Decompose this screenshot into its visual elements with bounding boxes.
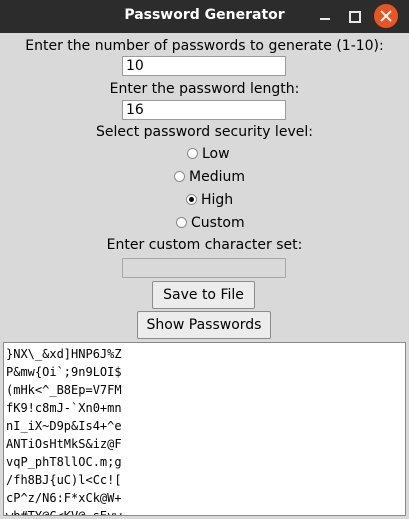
password-line: wb#TY@C<KV@,sEvw (6, 509, 122, 516)
radio-indicator[interactable] (186, 194, 197, 205)
password-line: (mHk<^_B8Ep=V7FM (6, 383, 122, 397)
radio-indicator[interactable] (176, 217, 187, 228)
password-line: cP^z/N6:F*xCk@W+ (6, 491, 122, 505)
count-label: Enter the number of passwords to generat… (25, 38, 384, 54)
close-icon[interactable] (374, 4, 398, 28)
radio-indicator[interactable] (187, 148, 198, 159)
save-to-file-button[interactable]: Save to File (152, 281, 255, 309)
password-line: /fh8BJ{uC)l<Cc![ (6, 473, 122, 487)
minimize-icon[interactable] (314, 5, 336, 27)
password-line: P&mw{Oi`;9n9LOI$ (6, 365, 122, 379)
password-output[interactable]: }NX\_&xd]HNP6J%Z P&mw{Oi`;9n9LOI$ (mHk<^… (3, 342, 406, 516)
length-label: Enter the password length: (109, 81, 300, 97)
radio-indicator[interactable] (174, 171, 185, 182)
radio-label: High (201, 192, 234, 208)
length-input[interactable] (122, 100, 286, 120)
maximize-icon[interactable] (343, 5, 365, 27)
radio-label: Custom (191, 215, 245, 231)
title-bar: Password Generator (0, 0, 409, 33)
count-input[interactable] (122, 56, 286, 76)
password-line: fK9!c8mJ-`Xn0+mn (6, 401, 122, 415)
password-line: }NX\_&xd]HNP6J%Z (6, 347, 122, 361)
radio-label: Medium (189, 169, 245, 185)
password-line: vqP_phT8llOC.m;g (6, 455, 122, 469)
password-line: ANTiOsHtMkS&iz@F (6, 437, 122, 451)
custom-charset-input[interactable] (122, 258, 286, 278)
password-line: nI_iX~D9p&Is4+^e (6, 419, 122, 433)
security-label: Select password security level: (96, 124, 313, 140)
radio-label: Low (202, 146, 230, 162)
custom-charset-label: Enter custom character set: (106, 237, 303, 253)
show-passwords-button[interactable]: Show Passwords (137, 311, 271, 339)
